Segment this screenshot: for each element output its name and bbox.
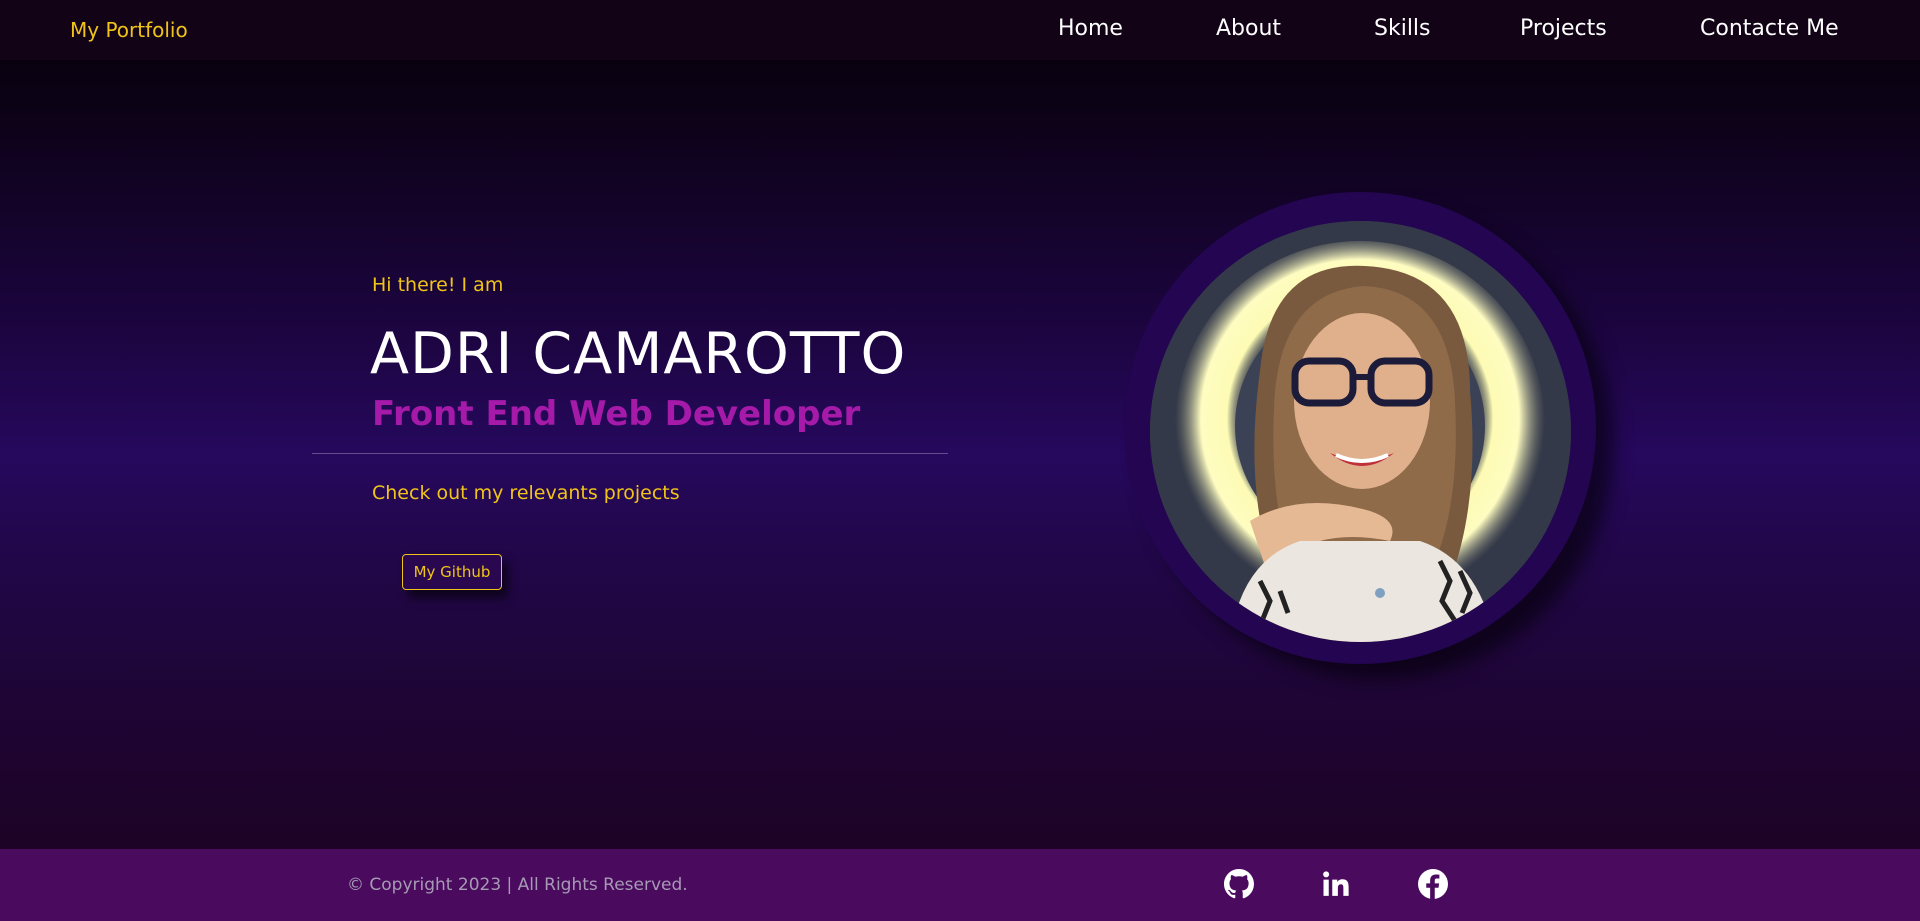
hero-greeting: Hi there! I am — [372, 274, 504, 296]
hero-name: ADRI CAMAROTTO — [370, 321, 907, 387]
copyright-text: © Copyright 2023 | All Rights Reserved. — [347, 875, 688, 895]
linkedin-icon[interactable] — [1321, 869, 1351, 899]
github-icon[interactable] — [1224, 869, 1254, 899]
nav-link-about[interactable]: About — [1216, 16, 1281, 41]
footer: © Copyright 2023 | All Rights Reserved. — [0, 849, 1920, 921]
nav-link-projects[interactable]: Projects — [1520, 16, 1607, 41]
github-button[interactable]: My Github — [402, 554, 502, 590]
facebook-icon[interactable] — [1418, 869, 1448, 899]
navbar: My Portfolio Home About Skills Projects … — [0, 0, 1920, 60]
logo-link[interactable]: My Portfolio — [70, 18, 188, 42]
profile-photo-illustration — [1150, 221, 1571, 642]
nav-link-skills[interactable]: Skills — [1374, 16, 1431, 41]
profile-photo — [1150, 221, 1571, 642]
hero-role: Front End Web Developer — [372, 394, 861, 434]
hero-cta-text: Check out my relevants projects — [372, 482, 680, 504]
nav-link-home[interactable]: Home — [1058, 16, 1123, 41]
nav-link-contact[interactable]: Contacte Me — [1700, 16, 1839, 41]
hero-divider — [312, 453, 948, 454]
